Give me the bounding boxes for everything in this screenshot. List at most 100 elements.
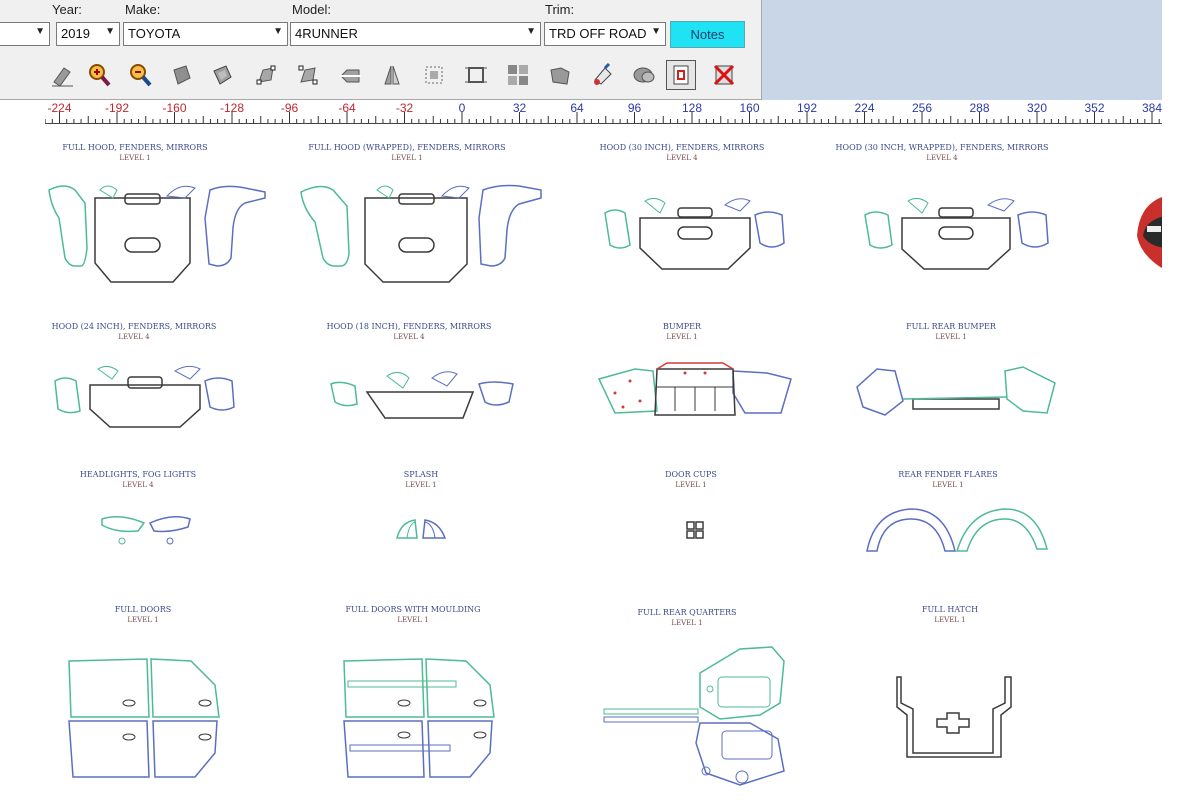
ruler-label: 224 — [854, 101, 875, 115]
ruler-label: 128 — [681, 101, 703, 115]
pattern-full-doors-with-moulding[interactable] — [340, 653, 500, 783]
ruler-label: -64 — [338, 101, 356, 115]
pattern-title: HOOD (24 INCH), FENDERS, MIRRORS — [51, 322, 217, 331]
pattern-level: LEVEL 1 — [932, 481, 964, 489]
ruler-label: 64 — [570, 101, 584, 115]
merge-icon[interactable] — [629, 60, 659, 90]
pattern-full-rear-quarters[interactable] — [600, 643, 790, 793]
eraser-icon[interactable] — [47, 60, 77, 90]
pattern-canvas[interactable]: FULL HOOD, FENDERS, MIRRORS LEVEL 1 FULL… — [45, 123, 1162, 800]
trim-select[interactable]: TRD OFF ROAD ▼ — [544, 22, 666, 46]
trim-label: Trim: — [545, 2, 575, 17]
mirror-icon[interactable] — [377, 60, 407, 90]
ruler-ticks — [45, 112, 1160, 123]
chevron-down-icon: ▼ — [105, 26, 115, 37]
pattern-level: LEVEL 1 — [671, 619, 703, 627]
paint-icon[interactable] — [587, 60, 617, 90]
ruler-label: 288 — [969, 101, 990, 115]
ruler-label: 0 — [458, 101, 466, 115]
pattern-level: LEVEL 1 — [666, 333, 698, 341]
ruler-label: 192 — [796, 101, 818, 115]
pattern-hood-30-inch-wrapped[interactable] — [860, 193, 1055, 278]
ruler-label: 384 — [1141, 101, 1163, 115]
model-select[interactable]: 4RUNNER ▼ — [290, 22, 541, 46]
pattern-title: FULL REAR QUARTERS — [637, 608, 737, 617]
horizontal-ruler: -224 -192 -160 -128 -96 -64 -32 0 32 64 96 128 160 19… — [45, 100, 1162, 124]
ruler-label: 352 — [1084, 101, 1105, 115]
flip-horizontal-icon[interactable] — [335, 60, 365, 90]
pattern-title: REAR FENDER FLARES — [898, 470, 998, 479]
ruler-label: 96 — [627, 101, 642, 115]
pattern-full-hood-wrapped[interactable] — [297, 178, 547, 293]
vehicle-selection-panel: Year: ▼ 2019 ▼ Make: TOYOTA ▼ Model: 4RU… — [0, 0, 762, 100]
pattern-title: HEADLIGHTS, FOG LIGHTS — [79, 470, 197, 479]
pattern-title: FULL HOOD (WRAPPED), FENDERS, MIRRORS — [308, 143, 506, 152]
notes-button[interactable]: Notes — [670, 21, 745, 48]
pattern-full-rear-bumper[interactable] — [855, 363, 1060, 423]
pattern-hood-24-inch[interactable] — [50, 363, 240, 433]
workspace-background — [762, 0, 1162, 100]
ruler-label: -192 — [104, 101, 130, 115]
ruler-label: 320 — [1026, 101, 1048, 115]
ruler-label: -224 — [47, 101, 72, 115]
model-value: 4RUNNER — [295, 26, 358, 41]
year-select[interactable]: 2019 ▼ — [56, 22, 120, 46]
pattern-title: HOOD (30 INCH, WRAPPED), FENDERS, MIRROR… — [835, 143, 1049, 152]
pattern-rear-fender-flares[interactable] — [865, 505, 1050, 555]
pattern-title: FULL HATCH — [921, 605, 979, 614]
make-value: TOYOTA — [128, 26, 181, 41]
ruler-label: -96 — [280, 101, 299, 115]
weld-icon[interactable] — [545, 60, 575, 90]
previous-field-stub[interactable]: ▼ — [0, 22, 50, 46]
pattern-hood-30-inch[interactable] — [600, 193, 790, 278]
ruler-label: -128 — [219, 101, 245, 115]
node-select-icon[interactable] — [251, 60, 281, 90]
bounding-box-icon[interactable] — [419, 60, 449, 90]
pattern-title: SPLASH — [403, 470, 439, 479]
pattern-level: LEVEL 4 — [393, 333, 425, 341]
pattern-title: FULL HOOD, FENDERS, MIRRORS — [62, 143, 208, 152]
pattern-title: DOOR CUPS — [665, 470, 717, 479]
pattern-title: FULL DOORS — [114, 605, 172, 614]
right-margin — [1162, 0, 1200, 800]
chevron-down-icon: ▼ — [651, 26, 661, 37]
pattern-full-hatch[interactable] — [893, 673, 1015, 763]
tool-bar — [45, 58, 755, 96]
pattern-level: LEVEL 1 — [397, 616, 429, 624]
pattern-level: LEVEL 4 — [118, 333, 150, 341]
node-edit-icon[interactable] — [293, 60, 323, 90]
pattern-level: LEVEL 4 — [122, 481, 154, 489]
pattern-level: LEVEL 1 — [675, 481, 707, 489]
shape-outline-icon[interactable] — [207, 60, 237, 90]
pattern-door-cups[interactable] — [686, 521, 704, 539]
pattern-level: LEVEL 1 — [934, 616, 966, 624]
frame-icon[interactable] — [666, 60, 696, 90]
pattern-title: HOOD (30 INCH), FENDERS, MIRRORS — [599, 143, 765, 152]
ruler-label: -32 — [395, 101, 414, 115]
pattern-level: LEVEL 4 — [666, 154, 698, 162]
zoom-out-icon[interactable] — [125, 60, 155, 90]
pattern-title: FULL DOORS WITH MOULDING — [345, 605, 481, 614]
pattern-level: LEVEL 1 — [391, 154, 423, 162]
pattern-headlights-fog-lights[interactable] — [100, 513, 195, 548]
vehicle-thumbnail — [1137, 197, 1162, 269]
pattern-level: LEVEL 1 — [935, 333, 967, 341]
nest-icon[interactable] — [503, 60, 533, 90]
pattern-hood-18-inch[interactable] — [327, 368, 517, 428]
trim-value: TRD OFF ROAD — [549, 26, 647, 41]
pattern-full-hood-fenders-mirrors[interactable] — [45, 178, 270, 293]
pattern-level: LEVEL 1 — [119, 154, 151, 162]
pattern-splash[interactable] — [395, 518, 450, 543]
pattern-level: LEVEL 1 — [405, 481, 437, 489]
make-label: Make: — [125, 2, 161, 17]
pattern-title: BUMPER — [662, 322, 702, 331]
pattern-title: HOOD (18 INCH), FENDERS, MIRRORS — [326, 322, 492, 331]
chevron-down-icon: ▼ — [526, 26, 536, 37]
shape-fill-icon[interactable] — [166, 60, 196, 90]
pattern-full-doors[interactable] — [65, 653, 225, 783]
delete-cross-icon[interactable] — [709, 60, 739, 90]
zoom-in-icon[interactable] — [84, 60, 114, 90]
pattern-bumper[interactable] — [595, 362, 795, 423]
make-select[interactable]: TOYOTA ▼ — [123, 22, 288, 46]
crop-marks-icon[interactable] — [461, 60, 491, 90]
